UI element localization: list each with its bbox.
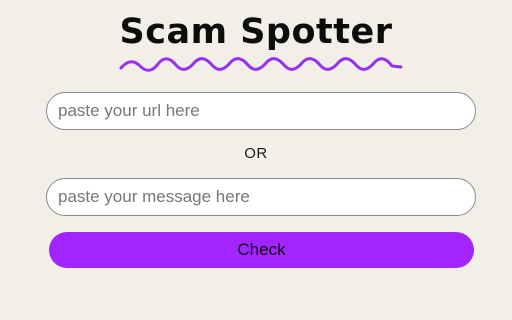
page-title: Scam Spotter — [119, 12, 393, 52]
message-input[interactable] — [46, 178, 476, 216]
squiggle-underline-icon — [119, 57, 403, 72]
url-input[interactable] — [46, 92, 476, 130]
scam-spotter-page: Scam Spotter OR Check — [0, 0, 512, 320]
check-button[interactable]: Check — [49, 232, 474, 268]
or-separator: OR — [244, 145, 268, 162]
